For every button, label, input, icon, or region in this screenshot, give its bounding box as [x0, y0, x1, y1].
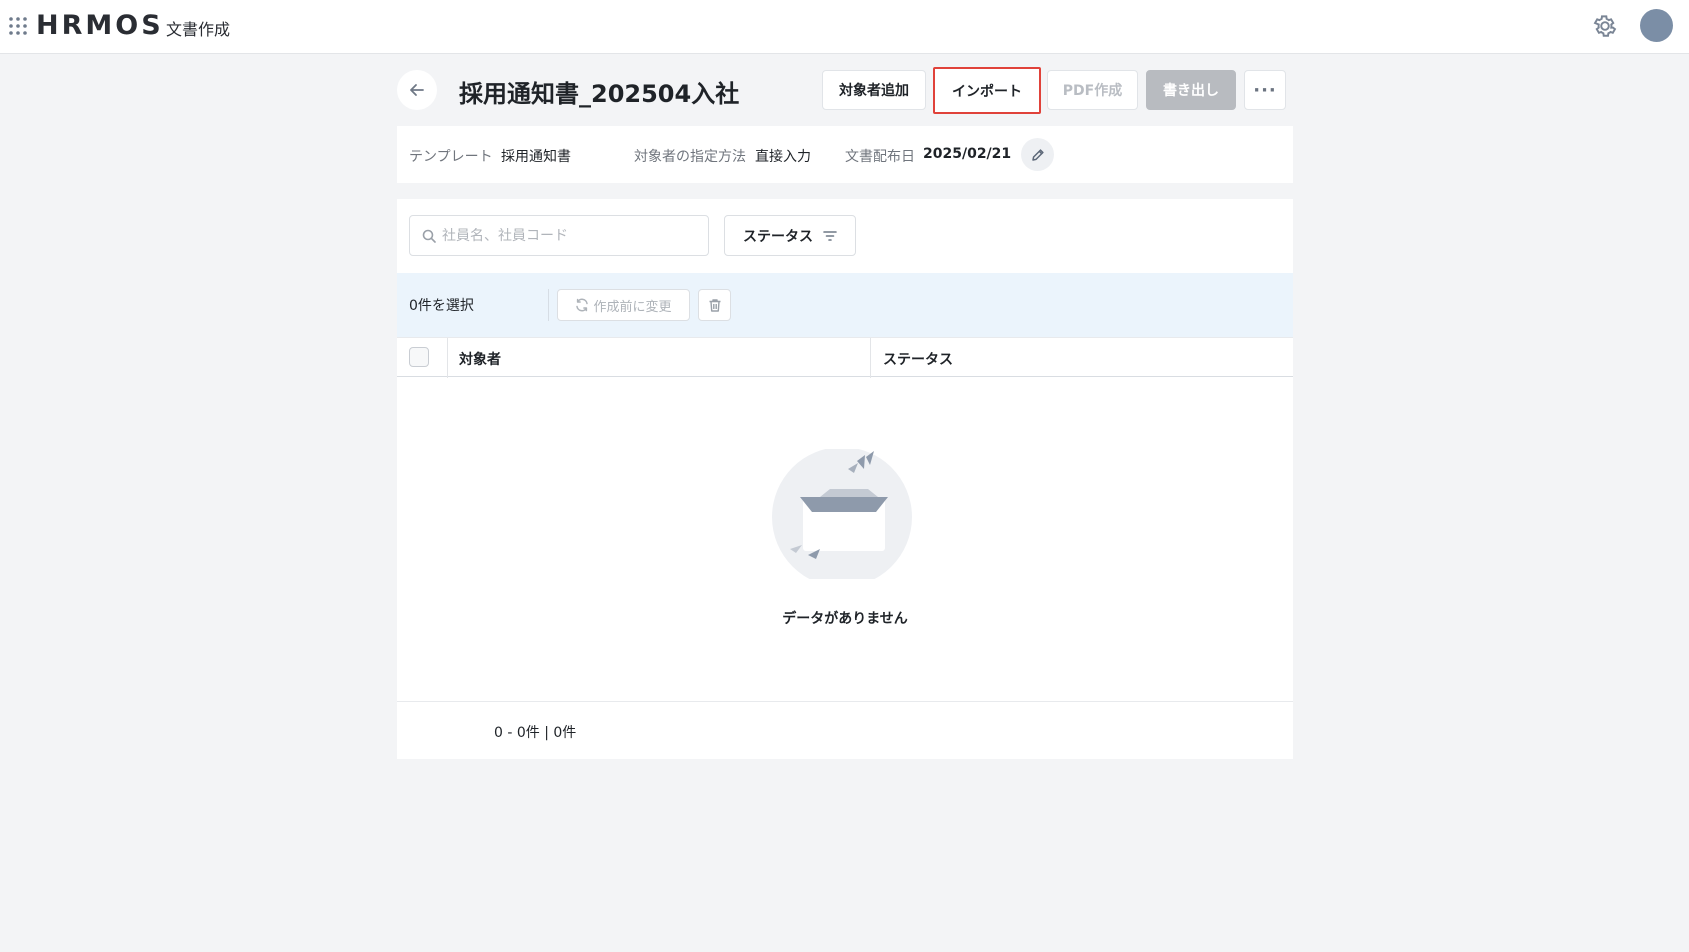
edit-info-button[interactable]	[1021, 138, 1054, 171]
delete-button[interactable]	[698, 289, 731, 321]
filter-icon	[823, 230, 837, 241]
search-box[interactable]	[409, 215, 709, 256]
table-header: 対象者 ステータス	[397, 337, 1293, 378]
template-label: テンプレート	[409, 149, 493, 165]
pagination-info: 0 - 0件 | 0件	[494, 725, 577, 741]
selection-bar: 0件を選択 作成前に変更	[397, 273, 1293, 337]
select-all-checkbox[interactable]	[409, 347, 429, 367]
more-options-button[interactable]: ···	[1244, 70, 1286, 110]
targets-card: ステータス 0件を選択 作成前に変更 対象者 ステータス	[397, 199, 1293, 759]
empty-box-illustration	[772, 449, 912, 579]
refresh-icon	[576, 298, 589, 312]
search-icon	[422, 229, 436, 243]
pencil-icon	[1031, 148, 1044, 161]
status-filter-button[interactable]: ステータス	[724, 215, 856, 256]
column-divider	[447, 338, 448, 378]
trash-icon	[709, 298, 720, 312]
back-button[interactable]	[397, 70, 437, 110]
search-input[interactable]	[442, 227, 692, 244]
document-info-bar: テンプレート 採用通知書 対象者の指定方法 直接入力 文書配布日 2025/02…	[397, 126, 1293, 183]
avatar[interactable]	[1640, 9, 1673, 42]
column-header-target[interactable]: 対象者	[459, 349, 501, 369]
app-name: 文書作成	[166, 20, 231, 39]
arrow-left-icon	[410, 84, 424, 96]
apps-grid-icon[interactable]	[8, 16, 28, 36]
import-button[interactable]: インポート	[933, 67, 1041, 114]
pdf-create-button[interactable]: PDF作成	[1047, 70, 1138, 110]
column-divider	[870, 338, 871, 378]
change-to-draft-button[interactable]: 作成前に変更	[557, 289, 690, 321]
add-target-button[interactable]: 対象者追加	[822, 70, 926, 110]
date-value: 2025/02/21	[923, 146, 1012, 162]
template-value: 採用通知書	[501, 149, 571, 165]
empty-state-text: データがありません	[782, 611, 908, 627]
footer-divider	[397, 701, 1293, 702]
divider	[548, 289, 549, 321]
date-label: 文書配布日	[845, 149, 915, 165]
column-header-status[interactable]: ステータス	[883, 349, 953, 369]
selected-count: 0件を選択	[409, 298, 474, 314]
hrmos-logo[interactable]: HRMOS	[36, 10, 164, 41]
top-bar: HRMOS 文書作成	[0, 0, 1689, 54]
change-to-draft-label: 作成前に変更	[593, 299, 672, 315]
export-button[interactable]: 書き出し	[1146, 70, 1236, 110]
status-filter-label: ステータス	[743, 228, 813, 245]
gear-icon[interactable]	[1592, 13, 1618, 39]
method-value: 直接入力	[755, 149, 811, 165]
method-label: 対象者の指定方法	[634, 149, 746, 165]
page-title: 採用通知書_202504入社	[459, 80, 740, 108]
